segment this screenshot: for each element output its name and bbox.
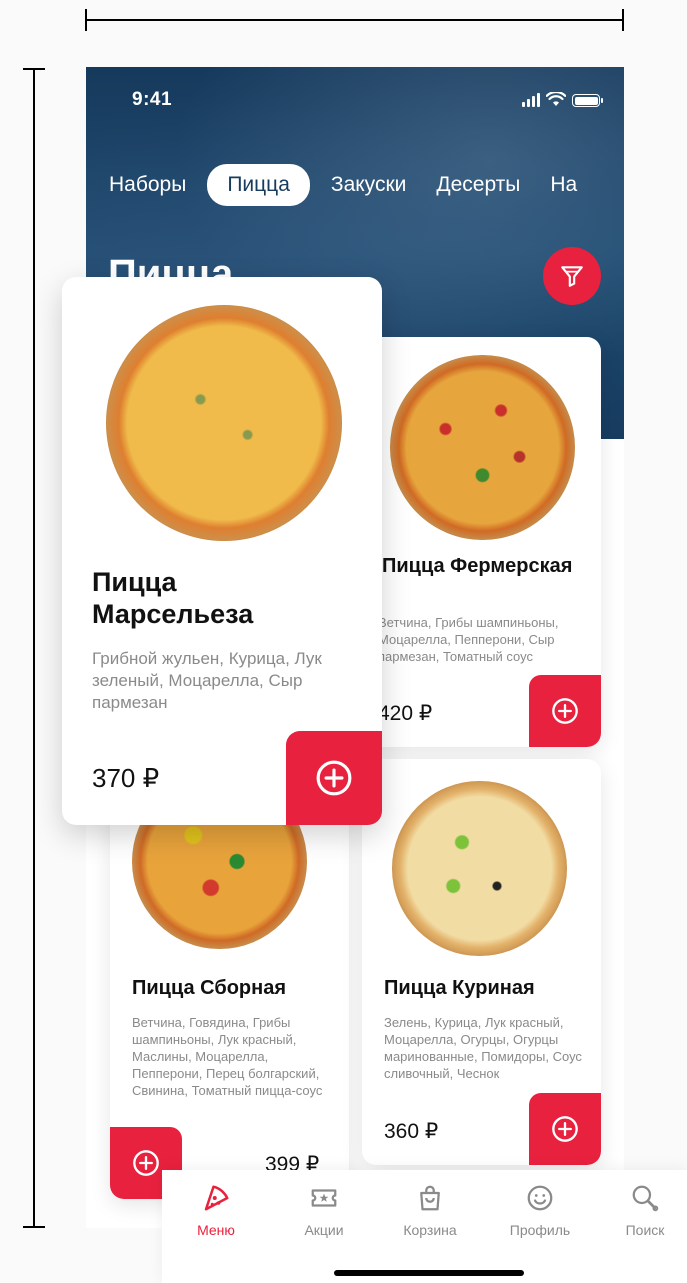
tabbar-label: Корзина xyxy=(403,1222,457,1238)
product-price: 360 ₽ xyxy=(384,1120,439,1143)
product-name: Пицца Сборная xyxy=(132,977,287,999)
tabbar-item-menu[interactable]: Меню xyxy=(176,1180,256,1238)
product-price: 370 ₽ xyxy=(92,763,160,793)
product-card-chicken[interactable]: Пицца Куриная Зелень, Курица, Лук красны… xyxy=(362,759,601,1165)
tabbar-label: Меню xyxy=(197,1222,235,1238)
product-card-farm[interactable]: Пицца Фермерская Ветчина, Грибы шампиньо… xyxy=(362,337,601,747)
plus-circle-icon xyxy=(133,1150,159,1176)
pizza-slice-icon xyxy=(204,1185,229,1211)
tab-pizza[interactable]: Пицца xyxy=(207,164,310,206)
width-guide xyxy=(85,9,624,31)
tab-snacks[interactable]: Закуски xyxy=(322,164,415,206)
product-description: Грибной жульен, Курица, Лук зеленый, Моц… xyxy=(92,649,322,713)
add-to-cart-button[interactable] xyxy=(286,731,382,825)
shopping-bag-icon xyxy=(420,1185,440,1211)
tab-desserts[interactable]: Десерты xyxy=(427,164,529,206)
plus-circle-icon xyxy=(552,698,578,724)
tab-more[interactable]: На xyxy=(541,164,586,206)
tabbar-label: Профиль xyxy=(509,1222,571,1238)
tabbar-label: Акции xyxy=(304,1222,344,1238)
tab-sets[interactable]: Наборы xyxy=(100,164,195,206)
filter-button[interactable] xyxy=(543,247,601,305)
product-description: Ветчина, Говядина, Грибы шампиньоны, Лук… xyxy=(132,1015,323,1098)
pizza-image xyxy=(106,305,342,541)
tabbar-item-cart[interactable]: Корзина xyxy=(390,1180,470,1238)
cellular-signal-icon xyxy=(522,93,540,107)
bottom-tab-bar: Меню Акции Корзина Профиль Поиск xyxy=(162,1170,687,1283)
wifi-icon xyxy=(546,92,566,106)
product-description: Зелень, Курица, Лук красный, Моцарелла, … xyxy=(384,1015,582,1081)
product-name: Пицца Марсельеза xyxy=(92,567,254,629)
filter-icon xyxy=(561,266,583,287)
height-guide xyxy=(23,68,45,1228)
product-description: Ветчина, Грибы шампиньоны, Моцарелла, Пе… xyxy=(378,615,559,664)
product-card-mixed[interactable]: Пицца Сборная Ветчина, Говядина, Грибы ш… xyxy=(110,759,349,1199)
product-name: Пицца Куриная xyxy=(384,977,535,999)
add-to-cart-button[interactable] xyxy=(529,1093,601,1165)
plus-circle-icon xyxy=(552,1116,578,1142)
tabbar-label: Поиск xyxy=(625,1222,665,1238)
tabbar-item-profile[interactable]: Профиль xyxy=(500,1180,580,1238)
category-tabs: Наборы Пицца Закуски Десерты На xyxy=(100,164,598,206)
battery-icon xyxy=(572,94,603,107)
pizza-image xyxy=(392,781,567,956)
status-time: 9:41 xyxy=(132,89,173,110)
add-to-cart-button[interactable] xyxy=(529,675,601,747)
product-card-featured[interactable]: Пицца Марсельеза Грибной жульен, Курица,… xyxy=(62,277,382,825)
smiley-icon xyxy=(527,1185,553,1211)
home-indicator xyxy=(334,1270,524,1276)
plus-circle-icon xyxy=(316,760,352,796)
search-icon xyxy=(632,1185,659,1212)
ticket-star-icon xyxy=(311,1189,337,1207)
product-name: Пицца Фермерская xyxy=(382,555,573,577)
product-price: 420 ₽ xyxy=(378,702,433,725)
tabbar-item-search[interactable]: Поиск xyxy=(605,1180,685,1238)
tabbar-item-promotions[interactable]: Акции xyxy=(284,1180,364,1238)
pizza-image xyxy=(390,355,575,540)
status-bar: 9:41 xyxy=(132,89,603,113)
